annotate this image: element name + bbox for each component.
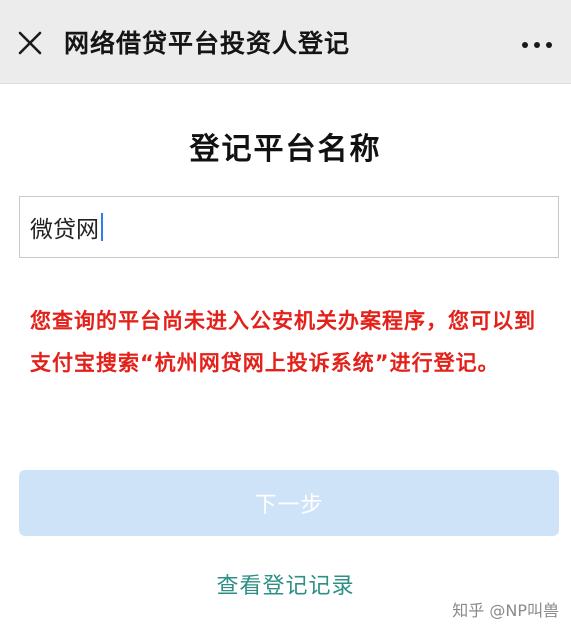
top-nav-bar: 网络借贷平台投资人登记 [0,0,571,84]
more-button[interactable] [517,28,557,62]
page-title: 登记平台名称 [189,132,382,167]
platform-name-input[interactable]: 微贷网 [19,196,559,258]
error-message: 您查询的平台尚未进入公安机关办案程序，您可以到支付宝搜索“杭州网贷网上投诉系统”… [30,309,536,375]
watermark: 知乎 @NP叫兽 [452,601,559,620]
close-button[interactable] [10,23,50,63]
platform-name-value: 微贷网 [30,217,99,243]
next-step-button[interactable]: 下一步 [19,470,559,536]
text-caret [101,213,103,241]
nav-title: 网络借贷平台投资人登记 [64,29,351,58]
more-dots-icon [522,42,552,48]
view-records-link[interactable]: 查看登记记录 [0,568,571,600]
close-icon [18,31,42,55]
